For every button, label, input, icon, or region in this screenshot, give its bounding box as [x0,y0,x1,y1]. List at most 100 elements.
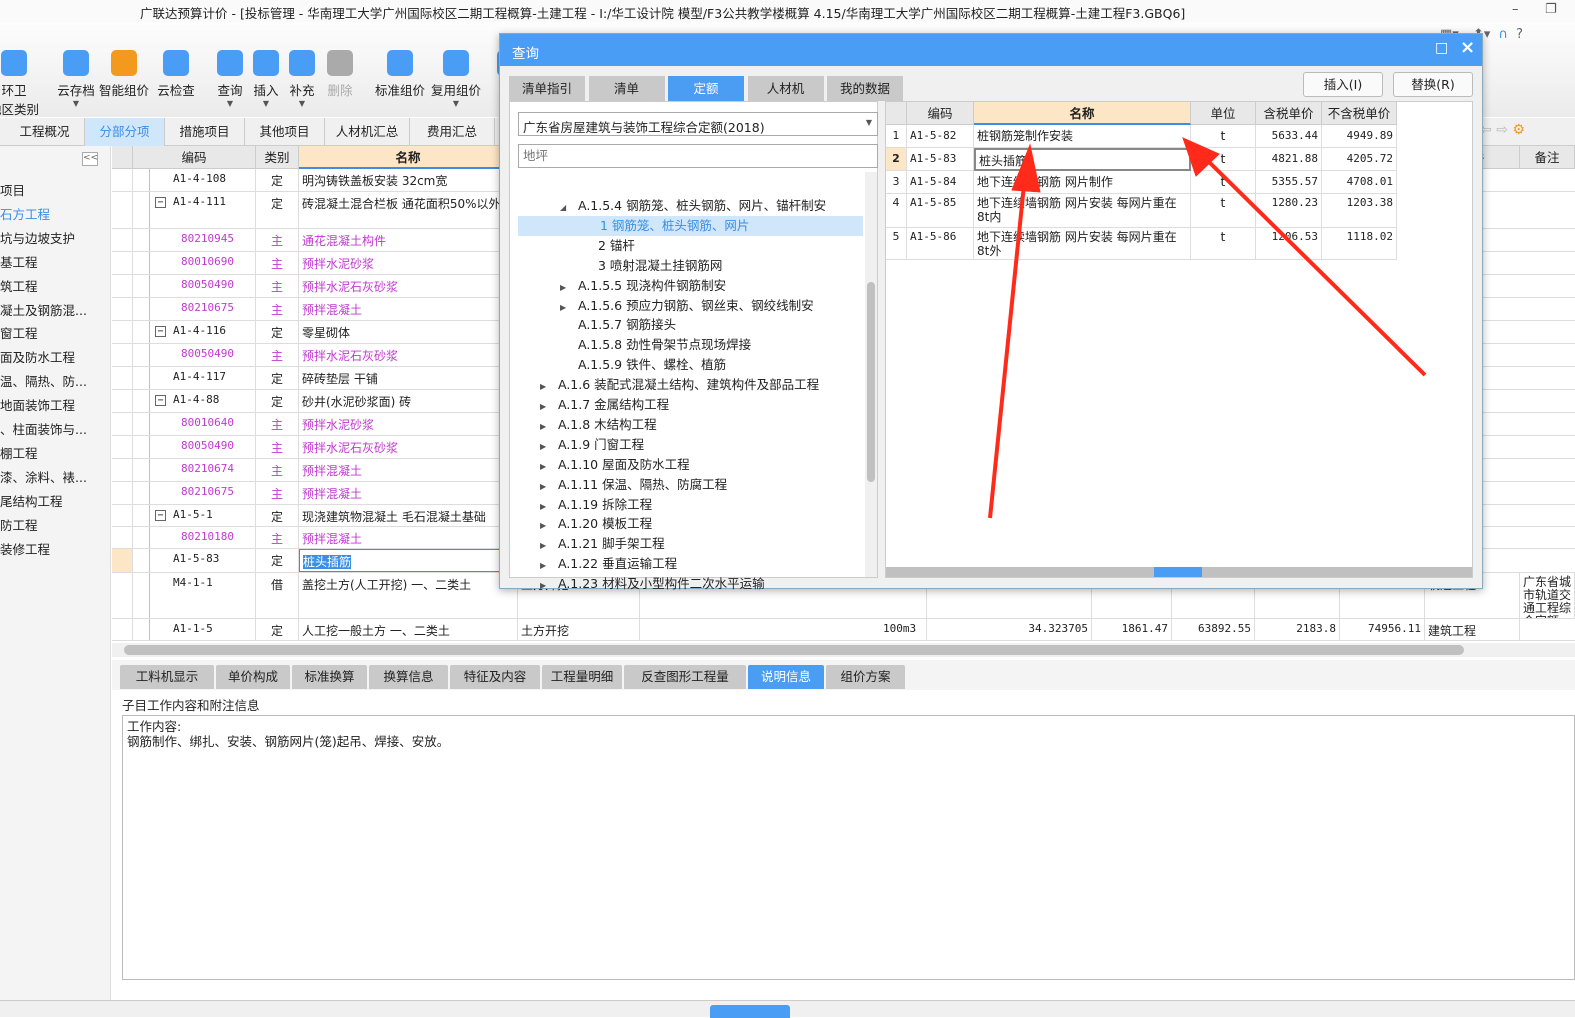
result-code-cell[interactable]: A1-5-84 [907,171,974,194]
name-cell[interactable]: 预拌混凝土 [299,482,518,504]
sidebar-item[interactable]: 漆、涂料、裱... [0,467,108,486]
toolbar-button-7[interactable]: 删除 [314,50,366,99]
tree-node[interactable]: ▶ A.1.21 脚手架工程 [540,534,665,554]
name-cell[interactable]: 零星砌体 [299,321,518,343]
bottom-tab-1[interactable]: 单价构成 [216,665,290,689]
tree-node[interactable]: A.1.5.7 钢筋接头 [560,315,676,335]
result-tax-cell[interactable]: 5633.44 [1256,125,1322,148]
bottom-tab-4[interactable]: 特征及内容 [450,665,540,689]
tree-node[interactable]: 2 锚杆 [580,236,635,256]
result-name-cell[interactable]: 地下连续墙钢筋 网片安装 每网片重在8t内 [974,194,1191,228]
column-header[interactable] [112,146,133,169]
result-tax-cell[interactable]: 1206.53 [1256,228,1322,260]
maximize-icon[interactable]: □ [1435,40,1448,56]
name-cell[interactable]: 盖挖土方(人工开挖) 一、二类土 [299,573,518,618]
result-notax-cell[interactable]: 4708.01 [1322,171,1397,194]
insert-button[interactable]: 插入(I) [1303,72,1383,97]
name-cell[interactable]: 预拌混凝土 [299,527,518,548]
toolbar-button-9[interactable]: 复用组价 ▼ [430,50,482,108]
result-column-header[interactable]: 不含税单价 [1322,102,1397,125]
tab-5[interactable]: 费用汇总 [410,118,495,146]
toolbar-button-1[interactable]: 云存档 ▼ [50,50,102,108]
result-code-cell[interactable]: A1-5-85 [907,194,974,228]
result-no-cell[interactable]: 2 [886,148,907,171]
tree-node[interactable]: ▶ A.1.20 模板工程 [540,514,652,534]
tree-node[interactable]: 3 喷射混凝土挂钢筋网 [580,256,722,276]
bottom-tab-2[interactable]: 标准换算 [292,665,367,689]
tree-node[interactable]: ◢ A.1.5.4 钢筋笼、桩头钢筋、网片、锚杆制安 [560,196,826,216]
bottom-tab-7[interactable]: 说明信息 [748,665,824,689]
restore-button[interactable]: ❐ [1545,2,1557,17]
search-input[interactable] [518,144,878,168]
result-unit-cell[interactable]: t [1191,194,1256,228]
result-tax-cell[interactable]: 1280.23 [1256,194,1322,228]
collapse-toggle[interactable]: − [155,510,166,521]
name-cell[interactable]: 预拌水泥砂浆 [299,252,518,274]
sidebar-item[interactable]: 温、隔热、防... [0,371,108,390]
chevron-down-icon[interactable]: ▼ [276,99,328,108]
result-code-cell[interactable]: A1-5-82 [907,125,974,148]
sidebar-item[interactable]: 尾结构工程 [0,491,108,510]
result-column-header[interactable]: 含税单价 [1256,102,1322,125]
tree-node[interactable]: ▶ A.1.5.5 现浇构件钢筋制安 [560,276,726,296]
sidebar-item[interactable]: 棚工程 [0,443,108,462]
scrollbar-thumb[interactable] [124,645,1464,655]
tree-node[interactable]: ▶ A.1.10 屋面及防水工程 [540,455,690,475]
name-cell[interactable]: 现浇建筑物混凝土 毛石混凝土基础 [299,505,518,526]
sidebar-item[interactable]: 面及防水工程 [0,347,108,366]
result-name-cell[interactable]: 地下连续墙钢筋 网片制作 [974,171,1191,194]
headset-icon[interactable]: ∩ [1499,27,1509,42]
chevron-down-icon[interactable]: ▼ [430,99,482,108]
replace-button[interactable]: 替换(R) [1393,72,1473,97]
bottom-tab-3[interactable]: 换算信息 [369,665,448,689]
tree-node[interactable]: ▶ A.1.7 金属结构工程 [540,395,669,415]
name-cell[interactable]: 桩头插筋 [299,549,518,572]
name-cell[interactable]: 碎砖垫层 干铺 [299,367,518,389]
tree-node[interactable]: ▶ A.1.22 垂直运输工程 [540,554,677,574]
close-icon[interactable]: × [1460,37,1475,58]
sidebar-item[interactable]: 地面装饰工程 [0,395,108,414]
collapse-sidebar-button[interactable]: << [82,152,98,166]
toolbar-button-8[interactable]: 标准组价 [374,50,426,99]
sidebar-item[interactable]: 基工程 [0,252,108,271]
result-notax-cell[interactable]: 1118.02 [1322,228,1397,260]
scrollbar-thumb[interactable] [867,282,875,482]
sidebar-item[interactable]: 窗工程 [0,323,108,342]
result-code-cell[interactable]: A1-5-86 [907,228,974,260]
tree-node[interactable]: ▶ A.1.23 材料及小型构件二次水平运输 [540,574,765,594]
result-no-cell[interactable]: 1 [886,125,907,148]
collapse-toggle[interactable]: − [155,395,166,406]
bottom-tab-8[interactable]: 组价方案 [826,665,905,689]
toolbar-button-2[interactable]: 智能组价 [98,50,150,99]
sidebar-item[interactable]: 筑工程 [0,276,108,295]
column-header[interactable]: 备注 [1520,146,1575,169]
column-header[interactable]: 类别 [256,146,299,169]
result-no-cell[interactable]: 3 [886,171,907,194]
horizontal-scrollbar[interactable] [112,643,1575,657]
tab-2[interactable]: 措施项目 [165,118,245,146]
sidebar-item[interactable]: 坑与边坡支护 [0,228,108,247]
result-column-header[interactable] [886,102,907,125]
sidebar-item[interactable]: 装修工程 [0,539,108,558]
tab-3[interactable]: 其他项目 [245,118,325,146]
sidebar-item[interactable]: 项目 [0,180,108,199]
minimize-button[interactable]: – [1512,2,1519,17]
tree-node[interactable]: ▶ A.1.8 木结构工程 [540,415,657,435]
table-row[interactable]: A1-1-5 定人工挖一般土方 一、二类土 土方开挖 100m3 34.323705 18… [112,619,1575,641]
status-tab[interactable] [710,1005,790,1018]
result-column-header[interactable]: 编码 [907,102,974,125]
name-cell[interactable]: 预拌混凝土 [299,459,518,481]
tree-node[interactable]: ▶ A.1.5.6 预应力钢筋、钢丝束、钢绞线制安 [560,296,814,316]
tree-node[interactable]: ▶ A.1.19 拆除工程 [540,495,652,515]
name-cell[interactable]: 预拌水泥石灰砂浆 [299,275,518,297]
collapse-toggle[interactable]: − [155,326,166,337]
result-tax-cell[interactable]: 5355.57 [1256,171,1322,194]
forward-arrow-icon[interactable]: ⇨ [1496,122,1508,138]
quota-library-select[interactable]: 广东省房屋建筑与装饰工程综合定额(2018) ▼ [518,112,878,136]
sidebar-item[interactable]: 、柱面装饰与... [0,419,108,438]
tree-scrollbar[interactable] [865,172,877,577]
tree-node[interactable]: ▶ A.1.6 装配式混凝土结构、建筑构件及部品工程 [540,375,819,395]
scrollbar-thumb[interactable] [1154,567,1202,577]
result-notax-cell[interactable]: 4949.89 [1322,125,1397,148]
name-cell[interactable]: 砂井(水泥砂浆面) 砖 [299,390,518,412]
